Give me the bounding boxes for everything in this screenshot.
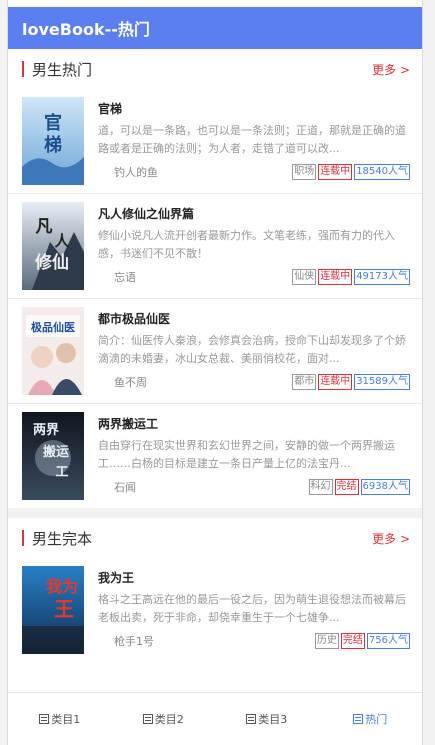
section-title: 男生热门 bbox=[32, 60, 93, 79]
book-tags: 仙侠 连载中 49173人气 bbox=[292, 269, 410, 285]
svg-text:官: 官 bbox=[44, 112, 62, 134]
section-header: 男生热门 更多 > bbox=[8, 49, 422, 89]
book-item[interactable]: 官 梯 官梯 道，可以是一条路，也可以是一条法则；正道，那就是正确的道路或者是正… bbox=[8, 89, 422, 193]
book-desc: 格斗之王高远在他的最后一役之后，因为萌生退役想法而被幕后老板出卖，死于非命，却侥… bbox=[98, 593, 406, 624]
book-cover[interactable]: 官 梯 bbox=[22, 97, 84, 185]
nav-item-category3[interactable]: 类目3 bbox=[215, 711, 319, 727]
popularity-tag: 18540人气 bbox=[354, 164, 410, 180]
book-author: 枪手1号 bbox=[114, 635, 154, 648]
book-desc: 道，可以是一条路，也可以是一条法则；正道，那就是正确的道路或者是正确的法则；为人… bbox=[98, 124, 406, 155]
popularity-tag: 49173人气 bbox=[354, 269, 410, 285]
book-meta: 忘语 仙侠 连载中 49173人气 bbox=[98, 268, 410, 286]
more-link[interactable]: 更多 > bbox=[372, 530, 410, 547]
nav-label: 类目3 bbox=[258, 713, 288, 726]
status-tag: 连载中 bbox=[318, 269, 353, 285]
list-icon bbox=[246, 714, 257, 724]
category-tag: 职场 bbox=[292, 164, 317, 180]
svg-text:极品仙医: 极品仙医 bbox=[31, 320, 75, 334]
book-tags: 科幻 完结 6938人气 bbox=[308, 479, 410, 495]
section-hot: 男生热门 更多 > 官 梯 官梯 道，可以是一条路，也可以是一条法则；正道，那就… bbox=[8, 49, 422, 508]
book-tags: 都市 连载中 31589人气 bbox=[292, 374, 410, 390]
section-title: 男生完本 bbox=[32, 529, 93, 548]
book-author: 钓人的鱼 bbox=[114, 166, 158, 179]
book-author: 石闻 bbox=[114, 481, 136, 494]
book-info: 两界搬运工 自由穿行在现实世界和玄幻世界之间，安静的做一个两界搬运工……白杨的目… bbox=[98, 412, 410, 500]
svg-text:梯: 梯 bbox=[44, 134, 62, 156]
book-cover[interactable]: 两界 搬运 工 bbox=[22, 412, 84, 500]
bottom-nav: 类目1 类目2 类目3 热门 bbox=[8, 692, 422, 745]
book-item[interactable]: 凡 人 修仙 凡人修仙之仙界篇 修仙小说凡人流开创者最新力作。文笔老练，强而有力… bbox=[8, 193, 422, 298]
book-tags: 职场 连载中 18540人气 bbox=[292, 164, 410, 180]
section-accent-bar bbox=[22, 61, 24, 77]
book-title[interactable]: 凡人修仙之仙界篇 bbox=[98, 205, 410, 221]
svg-text:工: 工 bbox=[55, 465, 68, 480]
popularity-tag: 6938人气 bbox=[360, 479, 410, 495]
nav-item-category1[interactable]: 类目1 bbox=[8, 711, 112, 727]
book-tags: 历史 完结 756人气 bbox=[314, 633, 410, 649]
section-divider bbox=[8, 508, 422, 518]
status-tag: 完结 bbox=[340, 633, 365, 649]
category-tag: 科幻 bbox=[308, 479, 333, 495]
book-title[interactable]: 两界搬运工 bbox=[98, 415, 410, 431]
book-meta: 石闻 科幻 完结 6938人气 bbox=[98, 478, 410, 496]
book-title[interactable]: 都市极品仙医 bbox=[98, 310, 410, 326]
nav-label: 热门 bbox=[365, 713, 388, 726]
svg-text:我为: 我为 bbox=[46, 577, 78, 596]
book-title[interactable]: 我为王 bbox=[98, 569, 410, 585]
book-info: 凡人修仙之仙界篇 修仙小说凡人流开创者最新力作。文笔老练，强而有力的代入感，书迷… bbox=[98, 202, 410, 290]
section-accent-bar bbox=[22, 530, 24, 546]
book-info: 都市极品仙医 简介：仙医传人秦浪，会修真会治病，授命下山却发现多了个娇滴滴的未婚… bbox=[98, 307, 410, 395]
svg-text:凡: 凡 bbox=[36, 217, 53, 237]
section-complete: 男生完本 更多 > 我为 王 我为王 格斗之王高远在他的最后一役之后，因为萌生退… bbox=[8, 518, 422, 662]
book-author: 鱼不周 bbox=[114, 376, 147, 389]
more-link[interactable]: 更多 > bbox=[372, 61, 410, 78]
nav-label: 类目2 bbox=[154, 713, 184, 726]
book-item[interactable]: 极品仙医 都市极品仙医 简介：仙医传人秦浪，会修真会治病，授命下山却发现多了个娇… bbox=[8, 298, 422, 403]
svg-text:人: 人 bbox=[54, 232, 70, 250]
status-tag: 连载中 bbox=[318, 374, 353, 390]
nav-item-category2[interactable]: 类目2 bbox=[112, 711, 216, 727]
page-title: loveBook--热门 bbox=[22, 20, 150, 39]
book-cover[interactable]: 极品仙医 bbox=[22, 307, 84, 395]
book-cover[interactable]: 我为 王 bbox=[22, 566, 84, 654]
popularity-tag: 756人气 bbox=[366, 633, 410, 649]
svg-text:搬运: 搬运 bbox=[43, 444, 69, 460]
book-desc: 修仙小说凡人流开创者最新力作。文笔老练，强而有力的代入感，书迷们不见不散！ bbox=[98, 229, 395, 260]
book-desc: 简介：仙医传人秦浪，会修真会治病，授命下山却发现多了个娇滴滴的未婚妻，冰山女总裁… bbox=[98, 334, 406, 365]
book-item[interactable]: 我为 王 我为王 格斗之王高远在他的最后一役之后，因为萌生退役想法而被幕后老板出… bbox=[8, 558, 422, 662]
category-tag: 历史 bbox=[314, 633, 339, 649]
category-tag: 都市 bbox=[292, 374, 317, 390]
svg-text:修仙: 修仙 bbox=[34, 252, 69, 273]
book-info: 我为王 格斗之王高远在他的最后一役之后，因为萌生退役想法而被幕后老板出卖，死于非… bbox=[98, 566, 410, 654]
book-meta: 钓人的鱼 职场 连载中 18540人气 bbox=[98, 163, 410, 181]
popularity-tag: 31589人气 bbox=[354, 374, 410, 390]
nav-label: 类目1 bbox=[51, 713, 81, 726]
book-item[interactable]: 两界 搬运 工 两界搬运工 自由穿行在现实世界和玄幻世界之间，安静的做一个两界搬… bbox=[8, 403, 422, 508]
app-frame: loveBook--热门 男生热门 更多 > 官 梯 官梯 道，可以是一条路，也… bbox=[7, 0, 423, 745]
list-icon bbox=[353, 714, 364, 724]
book-meta: 鱼不周 都市 连载中 31589人气 bbox=[98, 373, 410, 391]
status-tag: 完结 bbox=[334, 479, 359, 495]
book-author: 忘语 bbox=[114, 271, 136, 284]
svg-text:王: 王 bbox=[54, 597, 74, 621]
app-header: loveBook--热门 bbox=[8, 7, 422, 49]
category-tag: 仙侠 bbox=[292, 269, 317, 285]
svg-text:两界: 两界 bbox=[33, 422, 59, 438]
book-title[interactable]: 官梯 bbox=[98, 100, 410, 116]
nav-item-hot[interactable]: 热门 bbox=[319, 711, 423, 727]
book-cover[interactable]: 凡 人 修仙 bbox=[22, 202, 84, 290]
section-title-wrap: 男生完本 bbox=[22, 528, 92, 549]
status-tag: 连载中 bbox=[318, 164, 353, 180]
book-desc: 自由穿行在现实世界和玄幻世界之间，安静的做一个两界搬运工……白杨的目标是建立一条… bbox=[98, 439, 395, 470]
list-icon bbox=[39, 714, 50, 724]
book-info: 官梯 道，可以是一条路，也可以是一条法则；正道，那就是正确的道路或者是正确的法则… bbox=[98, 97, 410, 185]
section-title-wrap: 男生热门 bbox=[22, 59, 92, 80]
list-icon bbox=[142, 714, 153, 724]
book-meta: 枪手1号 历史 完结 756人气 bbox=[98, 632, 410, 650]
section-header: 男生完本 更多 > bbox=[8, 518, 422, 558]
